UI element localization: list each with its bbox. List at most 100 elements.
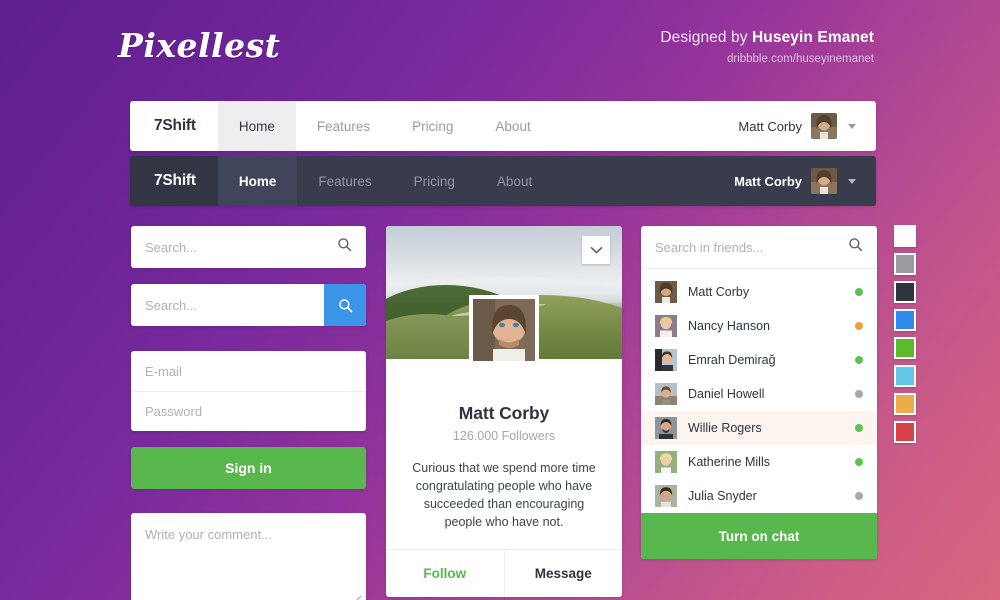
friends-search-placeholder: Search in friends... (655, 239, 764, 255)
navbar-dark-brand[interactable]: 7Shift (130, 156, 218, 206)
color-swatch-palette (894, 225, 916, 443)
navbar-dark: 7Shift Home Features Pricing About Matt … (130, 156, 876, 206)
friend-avatar (655, 349, 677, 371)
search-icon[interactable] (848, 237, 863, 257)
profile-body: Matt Corby 126.000 Followers Curious tha… (386, 295, 622, 549)
friend-name: Matt Corby (688, 285, 750, 299)
profile-actions: Follow Message (386, 549, 622, 597)
status-badge (855, 322, 863, 330)
swatch-light-blue[interactable] (894, 365, 916, 387)
credit-url[interactable]: dribbble.com/huseyinemanet (660, 50, 874, 68)
navbar-dark-user-name: Matt Corby (734, 173, 802, 189)
friend-name: Nancy Hanson (688, 319, 770, 333)
search-input[interactable]: Search... (131, 226, 366, 268)
friends-card: Search in friends... Matt Corby Nancy Ha… (641, 226, 877, 559)
friend-avatar (655, 485, 677, 507)
navbar-light-brand[interactable]: 7Shift (130, 101, 218, 151)
swatch-gray[interactable] (894, 253, 916, 275)
search-input-button-placeholder[interactable]: Search... (131, 284, 324, 326)
search-input-with-button[interactable]: Search... (131, 284, 366, 326)
status-badge (855, 390, 863, 398)
chevron-down-icon (590, 246, 602, 253)
profile-name: Matt Corby (458, 403, 550, 423)
navbar-light-link-pricing[interactable]: Pricing (391, 101, 474, 151)
navbar-light-link-home[interactable]: Home (217, 101, 296, 151)
navbar-dark-spacer (553, 156, 734, 206)
friend-name: Daniel Howell (688, 387, 765, 401)
friend-avatar (655, 417, 677, 439)
profile-followers: 126.000 Followers (452, 429, 556, 443)
search-icon[interactable] (337, 237, 352, 257)
email-field[interactable]: E-mail (131, 351, 366, 391)
swatch-green[interactable] (894, 337, 916, 359)
friend-avatar (655, 451, 677, 473)
status-badge (855, 458, 863, 466)
user-avatar (811, 113, 837, 139)
navbar-dark-link-home[interactable]: Home (217, 156, 298, 206)
friend-row[interactable]: Matt Corby (641, 275, 877, 309)
friend-row[interactable]: Nancy Hanson (641, 309, 877, 343)
search-button[interactable] (324, 284, 366, 326)
friend-row[interactable]: Daniel Howell (641, 377, 877, 411)
chevron-down-icon[interactable] (848, 123, 856, 129)
chevron-down-icon[interactable] (848, 178, 856, 184)
cover-menu-button[interactable] (582, 236, 610, 264)
login-form: E-mail Password (131, 351, 366, 431)
navbar-dark-user-menu[interactable]: Matt Corby (734, 156, 876, 206)
follow-button[interactable]: Follow (386, 550, 504, 597)
friend-avatar (655, 281, 677, 303)
swatch-orange[interactable] (894, 393, 916, 415)
status-badge (855, 424, 863, 432)
status-badge (855, 288, 863, 296)
profile-card-column: Matt Corby 126.000 Followers Curious tha… (386, 226, 622, 597)
comment-textarea-placeholder: Write your comment... (145, 527, 272, 542)
profile-avatar (469, 295, 539, 365)
friend-avatar (655, 315, 677, 337)
friend-avatar (655, 383, 677, 405)
friends-list: Matt Corby Nancy Hanson Emrah Demirağ Da… (641, 275, 877, 513)
friend-row[interactable]: Willie Rogers (641, 411, 877, 445)
navbar-light-link-features[interactable]: Features (296, 101, 391, 151)
friend-name: Katherine Mills (688, 455, 770, 469)
swatch-red[interactable] (894, 421, 916, 443)
navbar-light-user-name: Matt Corby (738, 118, 802, 134)
sign-in-button[interactable]: Sign in (131, 447, 366, 489)
user-avatar (811, 168, 837, 194)
password-field[interactable]: Password (131, 391, 366, 431)
profile-card: Matt Corby 126.000 Followers Curious tha… (386, 226, 622, 597)
turn-on-chat-button[interactable]: Turn on chat (641, 513, 877, 559)
profile-bio: Curious that we spend more time congratu… (412, 461, 596, 529)
friend-row[interactable]: Katherine Mills (641, 445, 877, 479)
navbar-light-link-about[interactable]: About (474, 101, 551, 151)
brand-logo: Pixellest (118, 26, 281, 65)
navbar-light-user-menu[interactable]: Matt Corby (738, 101, 876, 151)
navbar-dark-link-features[interactable]: Features (297, 156, 392, 206)
comment-textarea[interactable]: Write your comment... (131, 513, 366, 600)
left-column: Search... Search... E-mail Password Sign… (131, 226, 366, 600)
resize-grip-icon[interactable] (350, 592, 362, 600)
friend-name: Julia Snyder (688, 489, 757, 503)
navbar-dark-link-pricing[interactable]: Pricing (393, 156, 476, 206)
status-badge (855, 356, 863, 364)
page-header: Pixellest Designed by Huseyin Emanet dri… (0, 0, 1000, 100)
message-button[interactable]: Message (503, 550, 623, 597)
credit-prefix: Designed by (660, 29, 752, 46)
search-input-placeholder: Search... (145, 239, 198, 255)
swatch-white[interactable] (894, 225, 916, 247)
swatch-dark-navy[interactable] (894, 281, 916, 303)
designer-credit: Designed by Huseyin Emanet dribbble.com/… (660, 28, 874, 68)
navbar-dark-link-about[interactable]: About (476, 156, 553, 206)
friend-name: Emrah Demirağ (688, 353, 776, 367)
navbar-light-spacer (552, 101, 739, 151)
credit-author: Huseyin Emanet (752, 29, 874, 46)
friend-row[interactable]: Julia Snyder (641, 479, 877, 513)
friends-search-input[interactable]: Search in friends... (641, 226, 877, 269)
status-badge (855, 492, 863, 500)
friend-row[interactable]: Emrah Demirağ (641, 343, 877, 377)
friends-card-column: Search in friends... Matt Corby Nancy Ha… (641, 226, 877, 559)
navbar-light: 7Shift Home Features Pricing About Matt … (130, 101, 876, 151)
friend-name: Willie Rogers (688, 421, 762, 435)
swatch-blue[interactable] (894, 309, 916, 331)
search-icon (338, 298, 352, 312)
credit-line: Designed by Huseyin Emanet (660, 28, 874, 48)
